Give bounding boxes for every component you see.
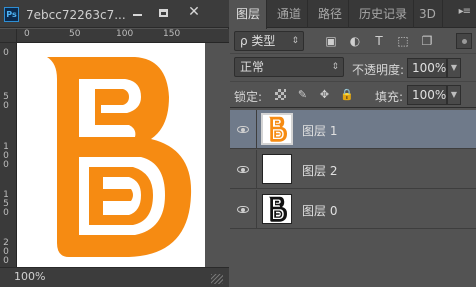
panel-tabs: 图层 通道 路径 历史记录 3D ▸≡ [230, 0, 476, 29]
photoshop-logo: Ps [4, 7, 19, 22]
ruler-label: 50 [69, 29, 81, 39]
tab-3d[interactable]: 3D [413, 0, 443, 28]
ruler-label: 150 [3, 190, 9, 218]
eye-icon [237, 165, 249, 173]
divider [256, 110, 257, 149]
ruler-label: 150 [163, 29, 181, 39]
zoom-level[interactable]: 100% [14, 270, 45, 283]
layer-filter-row: ρ 类型 ⇕ ▣ ◐ T ⬚ ❐ [230, 28, 476, 54]
layer-thumbnail[interactable] [262, 194, 292, 224]
layer-thumbnail[interactable] [261, 113, 293, 145]
tab-layers[interactable]: 图层 [230, 0, 268, 29]
fill-input[interactable]: 100% [407, 85, 447, 105]
layer-row[interactable]: 图层 1 [230, 110, 476, 149]
layer-row[interactable]: 图层 0 [230, 190, 476, 229]
maximize-button[interactable] [151, 5, 175, 21]
filter-toggle-button[interactable] [456, 33, 472, 49]
thumbnail-b-logo-black [265, 195, 289, 223]
ruler-label: 0 [24, 29, 30, 39]
layer-row[interactable]: 图层 2 [230, 150, 476, 189]
canvas-area[interactable] [17, 43, 229, 267]
tab-paths[interactable]: 路径 [312, 0, 350, 28]
smart-object-filter-icon[interactable]: ❐ [420, 34, 434, 48]
lock-all-icon[interactable]: 🔒 [340, 88, 354, 101]
layer-name[interactable]: 图层 2 [302, 162, 337, 179]
tab-history[interactable]: 历史记录 [353, 0, 415, 28]
layer-name[interactable]: 图层 0 [302, 202, 337, 219]
layers-panel: 图层 通道 路径 历史记录 3D ▸≡ ρ 类型 ⇕ ▣ ◐ T ⬚ ❐ 正常 … [230, 0, 476, 287]
panel-menu-icon[interactable]: ▸≡ [459, 6, 471, 17]
tab-channels[interactable]: 通道 [271, 0, 309, 28]
lock-label: 锁定: [234, 90, 263, 104]
ruler-label: 200 [3, 238, 9, 266]
horizontal-ruler[interactable]: 0 50 100 150 [17, 29, 229, 43]
lock-pixels-icon[interactable]: ✎ [296, 88, 309, 101]
opacity-label: 不透明度: [352, 63, 405, 77]
ruler-label: 100 [3, 142, 9, 170]
visibility-eye-icon[interactable] [235, 121, 251, 137]
b-logo-artwork [47, 57, 192, 257]
visibility-eye-icon[interactable] [235, 201, 251, 217]
opacity-dropdown-button[interactable]: ▼ [447, 58, 461, 78]
status-bar: 100% [0, 267, 229, 287]
toggle-dot-icon [462, 39, 467, 44]
ruler-label: 50 [3, 92, 9, 111]
ruler-label: 0 [3, 48, 9, 58]
layer-thumbnail[interactable] [262, 154, 292, 184]
minimize-icon [132, 13, 142, 16]
thumbnail-b-logo [265, 115, 289, 143]
document-titlebar[interactable]: Ps 7ebcc72263c7... ✕ [0, 0, 229, 28]
blend-mode-label: 正常 [240, 60, 265, 74]
resize-grip-icon[interactable] [211, 274, 223, 284]
document-title: 7ebcc72263c7... [26, 8, 126, 22]
document-canvas[interactable] [17, 43, 205, 267]
visibility-eye-icon[interactable] [235, 161, 251, 177]
minimize-button[interactable] [125, 5, 149, 21]
close-button[interactable]: ✕ [182, 5, 206, 21]
select-arrow-icon: ⇕ [291, 36, 299, 46]
opacity-input[interactable]: 100% [407, 58, 447, 78]
divider [256, 190, 257, 229]
filter-type-label: ρ 类型 [240, 34, 276, 48]
fill-dropdown-button[interactable]: ▼ [447, 85, 461, 105]
filter-type-select[interactable]: ρ 类型 ⇕ [234, 31, 304, 51]
fill-label: 填充: [375, 90, 404, 104]
checkerboard-icon [275, 89, 286, 100]
divider [256, 150, 257, 189]
shape-filter-icon[interactable]: ⬚ [396, 34, 410, 48]
adjustment-filter-icon[interactable]: ◐ [348, 34, 362, 48]
blend-mode-select[interactable]: 正常 ⇕ [234, 57, 344, 77]
eye-icon [237, 205, 249, 213]
maximize-icon [158, 8, 168, 17]
document-window: Ps 7ebcc72263c7... ✕ 0 50 100 150 0 50 1… [0, 0, 229, 287]
layer-name[interactable]: 图层 1 [302, 122, 337, 139]
close-icon: ✕ [188, 4, 200, 20]
eye-icon [237, 125, 249, 133]
ruler-origin[interactable] [0, 29, 17, 43]
lock-transparency-icon[interactable] [274, 88, 287, 101]
ruler-label: 100 [116, 29, 134, 39]
image-filter-icon[interactable]: ▣ [324, 34, 338, 48]
select-arrow-icon: ⇕ [331, 62, 339, 72]
vertical-ruler[interactable]: 0 50 100 150 200 [0, 43, 17, 267]
type-filter-icon[interactable]: T [372, 34, 386, 48]
lock-position-icon[interactable]: ✥ [318, 88, 331, 101]
